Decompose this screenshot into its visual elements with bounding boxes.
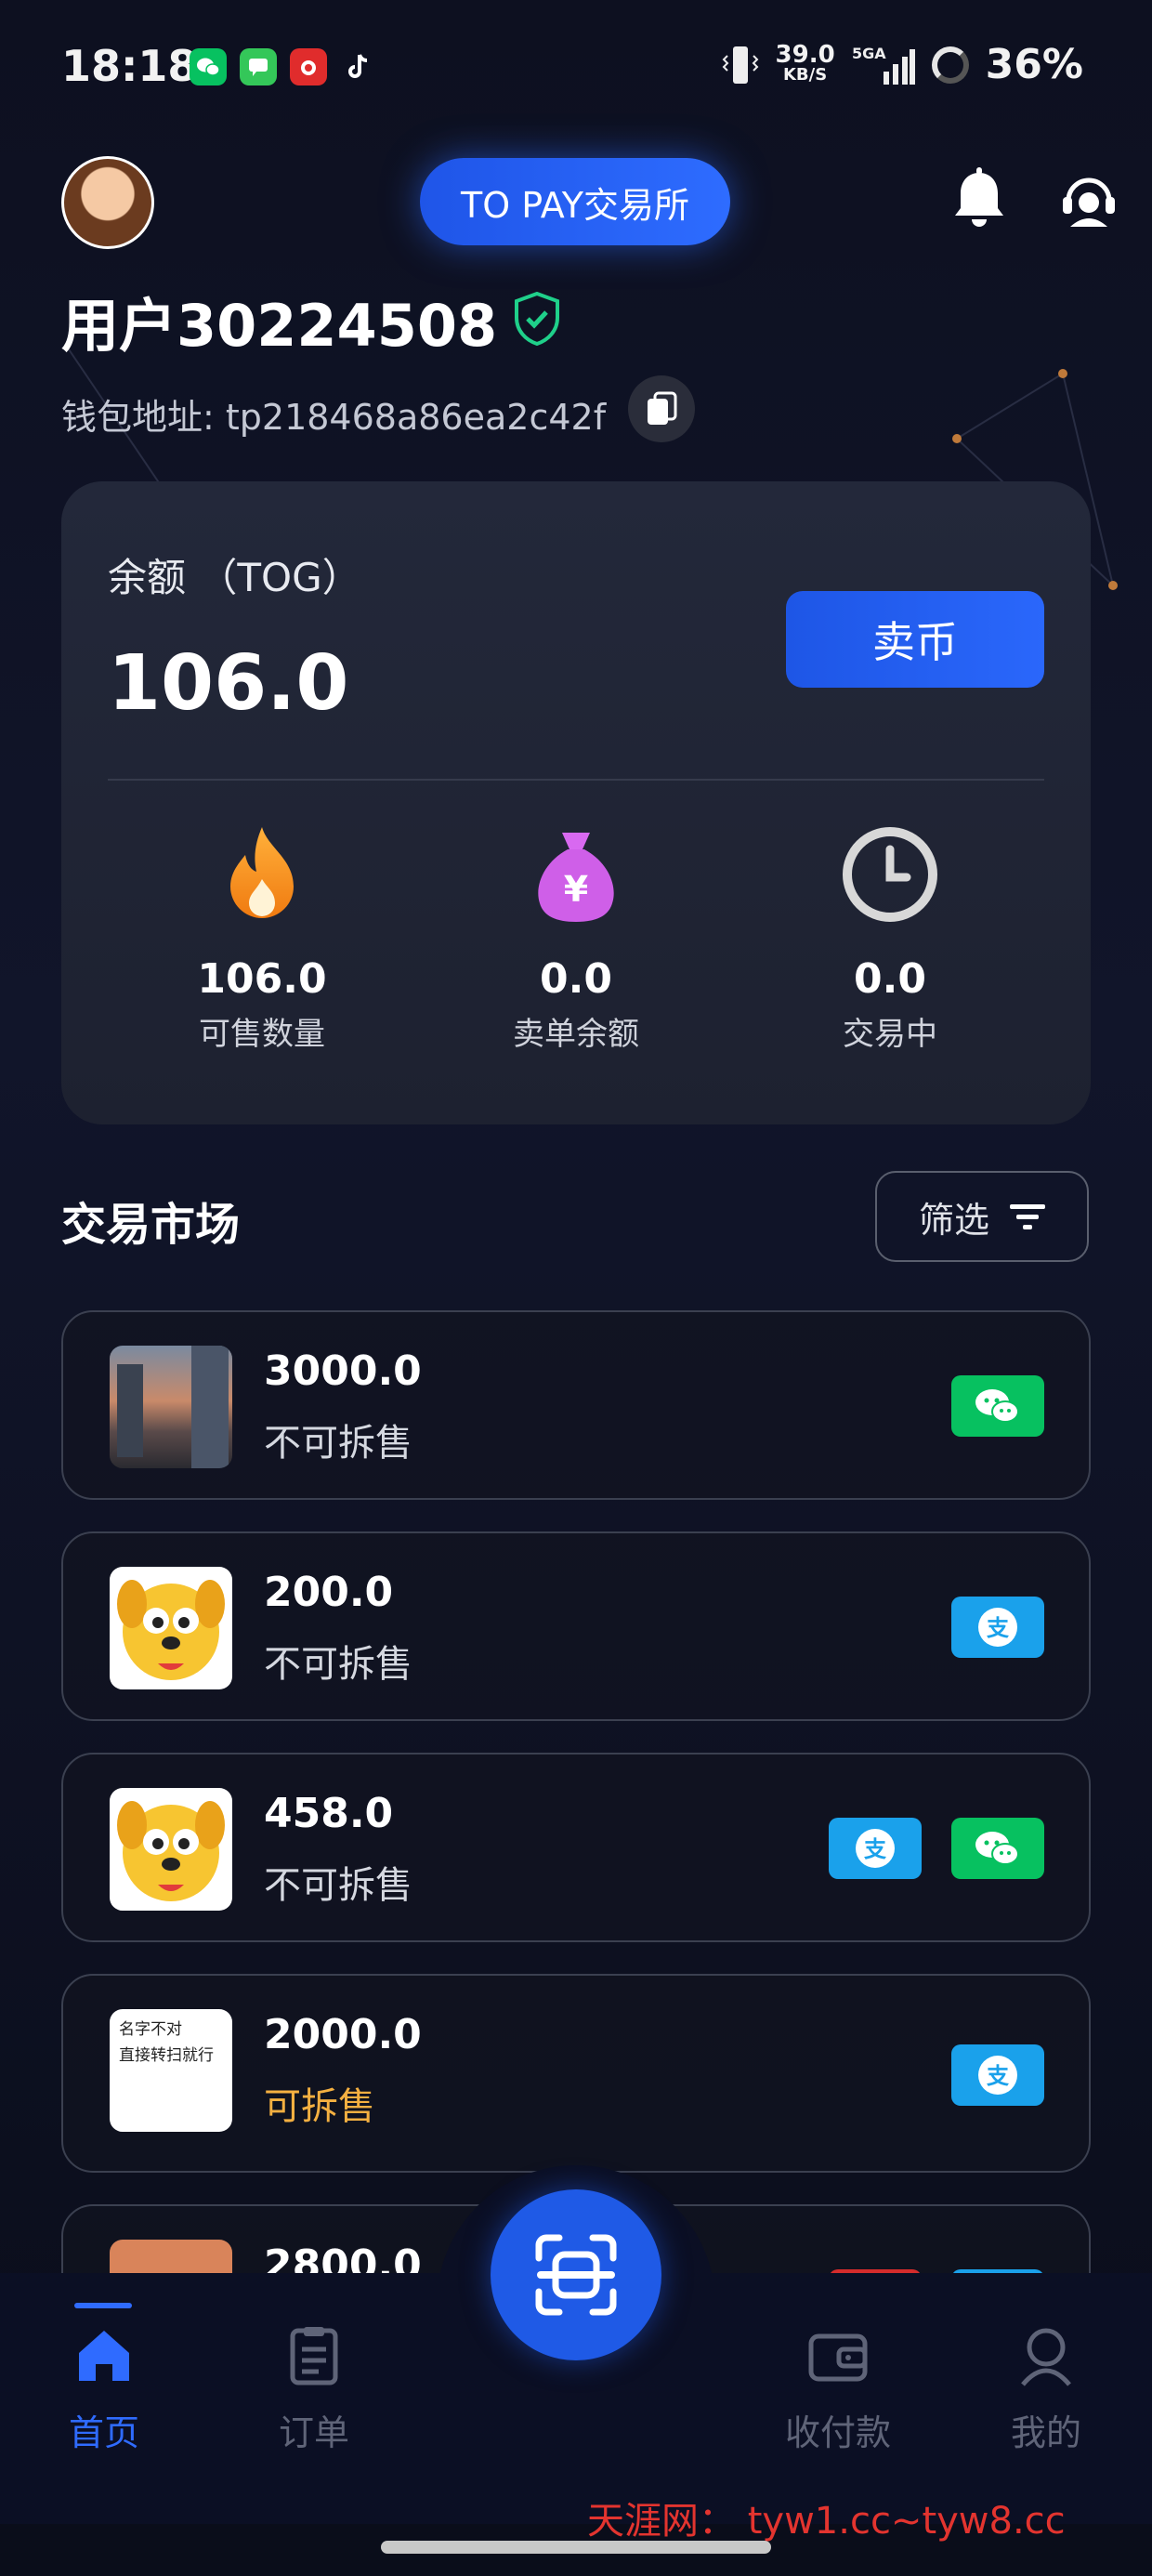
listing-amount: 458.0 xyxy=(264,1790,394,1837)
stat-label: 卖单余额 xyxy=(513,1016,639,1053)
battery-icon xyxy=(931,46,969,84)
seller-avatar xyxy=(110,1567,232,1689)
filter-button[interactable]: 筛选 xyxy=(875,1171,1089,1262)
clock-icon xyxy=(843,827,937,922)
fire-icon xyxy=(230,827,294,918)
shopping-app-icon xyxy=(290,48,327,85)
exchange-button[interactable]: TO PAY交易所 xyxy=(420,158,730,245)
nav-orders[interactable]: 订单 xyxy=(240,2323,388,2455)
listing-card[interactable]: 名字不对 直接转扫就行 2000.0 可拆售 支 xyxy=(61,1974,1091,2173)
copy-address-button[interactable] xyxy=(628,375,695,442)
listing-card[interactable]: 200.0 不可拆售 支 xyxy=(61,1531,1091,1721)
status-time: 18:18 xyxy=(61,41,198,91)
wechat-pay-icon xyxy=(951,1375,1044,1437)
svg-text:支: 支 xyxy=(987,1615,1010,1641)
nav-home[interactable]: 首页 xyxy=(30,2323,178,2455)
orders-icon xyxy=(290,2327,338,2385)
filter-label: 筛选 xyxy=(918,1201,989,1241)
stat-value: 0.0 xyxy=(540,955,612,1003)
listing-split-status: 不可拆售 xyxy=(264,1643,412,1686)
listing-card[interactable]: 458.0 不可拆售 支 xyxy=(61,1753,1091,1942)
svg-text:支: 支 xyxy=(987,2063,1010,2089)
payment-methods: 支 xyxy=(951,2044,1044,2106)
scan-button[interactable] xyxy=(491,2189,661,2360)
money-bag-icon: ¥ xyxy=(538,833,614,922)
payment-methods xyxy=(951,1375,1044,1437)
home-indicator[interactable] xyxy=(381,2541,771,2554)
net-speed: 39.0 KB/S xyxy=(775,40,835,85)
svg-text:5GA: 5GA xyxy=(852,45,886,62)
tiktok-app-icon xyxy=(340,48,377,85)
customer-service-icon[interactable] xyxy=(1059,171,1119,230)
nav-label: 收付款 xyxy=(784,2412,891,2453)
listing-card[interactable]: 3000.0 不可拆售 xyxy=(61,1310,1091,1500)
nav-profile[interactable]: 我的 xyxy=(972,2323,1120,2455)
listing-amount: 200.0 xyxy=(264,1569,394,1616)
filter-icon xyxy=(1010,1204,1045,1229)
listing-split-status: 可拆售 xyxy=(264,2085,375,2128)
nav-label: 我的 xyxy=(1010,2412,1081,2453)
seller-avatar xyxy=(110,1788,232,1911)
thumb-note: 直接转扫就行 xyxy=(119,2046,214,2065)
messages-app-icon xyxy=(240,48,277,85)
signal-icon: 5GA xyxy=(852,45,915,85)
listing-amount: 2000.0 xyxy=(264,2011,422,2058)
balance-card: 余额 （TOG） 106.0 卖币 106.0 可售数量 ¥ 0.0 卖单余额 … xyxy=(61,481,1091,1124)
nav-label: 订单 xyxy=(278,2412,349,2453)
svg-text:¥: ¥ xyxy=(564,869,588,910)
listing-split-status: 不可拆售 xyxy=(264,1864,412,1907)
vibrate-icon xyxy=(722,46,758,84)
alipay-icon: 支 xyxy=(951,1597,1044,1658)
user-icon xyxy=(1021,2328,1071,2386)
nav-payments[interactable]: 收付款 xyxy=(764,2323,912,2455)
wechat-app-icon xyxy=(190,48,227,85)
seller-avatar: 名字不对 直接转扫就行 xyxy=(110,2009,232,2132)
home-icon xyxy=(79,2331,129,2381)
alipay-icon: 支 xyxy=(951,2044,1044,2106)
copy-icon xyxy=(648,391,677,425)
thumb-note: 名字不对 xyxy=(119,2020,182,2039)
stat-sell-order-balance: ¥ 0.0 卖单余额 xyxy=(437,823,715,1054)
wallet-address: 钱包地址: tp218468a86ea2c42f xyxy=(61,397,607,438)
stat-value: 106.0 xyxy=(197,955,327,1003)
sell-coin-button[interactable]: 卖币 xyxy=(786,591,1044,688)
wallet-icon xyxy=(808,2333,868,2382)
listing-split-status: 不可拆售 xyxy=(264,1422,412,1465)
notification-icons xyxy=(190,48,377,85)
wechat-pay-icon xyxy=(951,1818,1044,1879)
payment-methods: 支 xyxy=(829,1818,1044,1879)
alipay-icon: 支 xyxy=(829,1818,922,1879)
seller-avatar xyxy=(110,1346,232,1468)
stat-value: 0.0 xyxy=(854,955,926,1003)
balance-value: 106.0 xyxy=(108,639,349,728)
user-title: 用户30224508 xyxy=(61,292,498,360)
scan-icon xyxy=(535,2234,617,2316)
battery-level: 36% xyxy=(985,41,1083,88)
nav-active-indicator xyxy=(74,2303,132,2308)
verified-shield-icon xyxy=(515,292,559,346)
market-title: 交易市场 xyxy=(61,1199,241,1251)
listing-amount: 3000.0 xyxy=(264,1347,422,1395)
status-right: 39.0 KB/S 5GA 36% xyxy=(722,41,1083,88)
payment-methods: 支 xyxy=(951,1597,1044,1658)
balance-label: 余额 （TOG） xyxy=(108,555,361,600)
watermark: 天涯网： tyw1.cc~tyw8.cc xyxy=(587,2500,1066,2543)
nav-label: 首页 xyxy=(68,2412,139,2453)
divider xyxy=(108,779,1044,781)
svg-text:支: 支 xyxy=(864,1836,887,1862)
stat-label: 可售数量 xyxy=(199,1016,325,1053)
avatar[interactable] xyxy=(61,156,154,249)
stat-available: 106.0 可售数量 xyxy=(123,823,401,1054)
stat-label: 交易中 xyxy=(843,1016,937,1053)
bell-icon[interactable] xyxy=(951,167,1007,232)
stat-trading: 0.0 交易中 xyxy=(751,823,1029,1054)
